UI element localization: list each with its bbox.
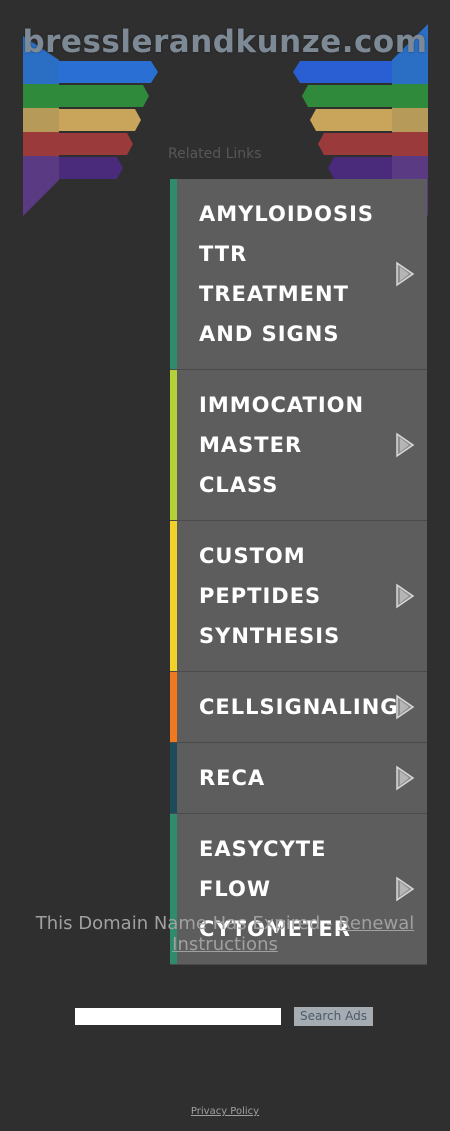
related-link-item[interactable]: CELLSIGNALING (170, 672, 427, 743)
domain-title: bresslerandkunze.com (22, 24, 428, 60)
expired-text: This Domain Name Has Expired - (35, 913, 339, 934)
related-link-item[interactable]: RECA (170, 743, 427, 814)
play-arrow-icon (396, 261, 415, 287)
related-links-list: AMYLOIDOSIS TTR TREATMENT AND SIGNS IMMOC… (170, 179, 427, 965)
play-arrow-icon (396, 765, 415, 791)
link-label: CUSTOM PEPTIDES SYNTHESIS (199, 544, 341, 648)
link-color-bar (170, 370, 177, 520)
link-label: CELLSIGNALING (199, 695, 399, 719)
play-arrow-icon (396, 432, 415, 458)
search-input[interactable] (75, 1008, 281, 1025)
expired-notice: This Domain Name Has Expired - Renewal I… (0, 913, 450, 955)
link-color-bar (170, 672, 177, 742)
play-arrow-icon (396, 694, 415, 720)
link-label: IMMOCATION MASTER CLASS (199, 393, 365, 497)
privacy-policy: Privacy Policy (0, 1106, 450, 1117)
link-label: AMYLOIDOSIS TTR TREATMENT AND SIGNS (199, 202, 375, 346)
play-arrow-icon (396, 583, 415, 609)
link-label: RECA (199, 766, 266, 790)
related-link-item[interactable]: IMMOCATION MASTER CLASS (170, 370, 427, 521)
search-ads-button[interactable]: Search Ads (294, 1007, 373, 1026)
related-link-item[interactable]: CUSTOM PEPTIDES SYNTHESIS (170, 521, 427, 672)
link-color-bar (170, 743, 177, 813)
privacy-policy-link[interactable]: Privacy Policy (191, 1106, 259, 1117)
related-link-item[interactable]: AMYLOIDOSIS TTR TREATMENT AND SIGNS (170, 179, 427, 370)
play-arrow-icon (396, 876, 415, 902)
related-links-label: Related Links (168, 146, 262, 162)
link-color-bar (170, 521, 177, 671)
link-color-bar (170, 179, 177, 369)
